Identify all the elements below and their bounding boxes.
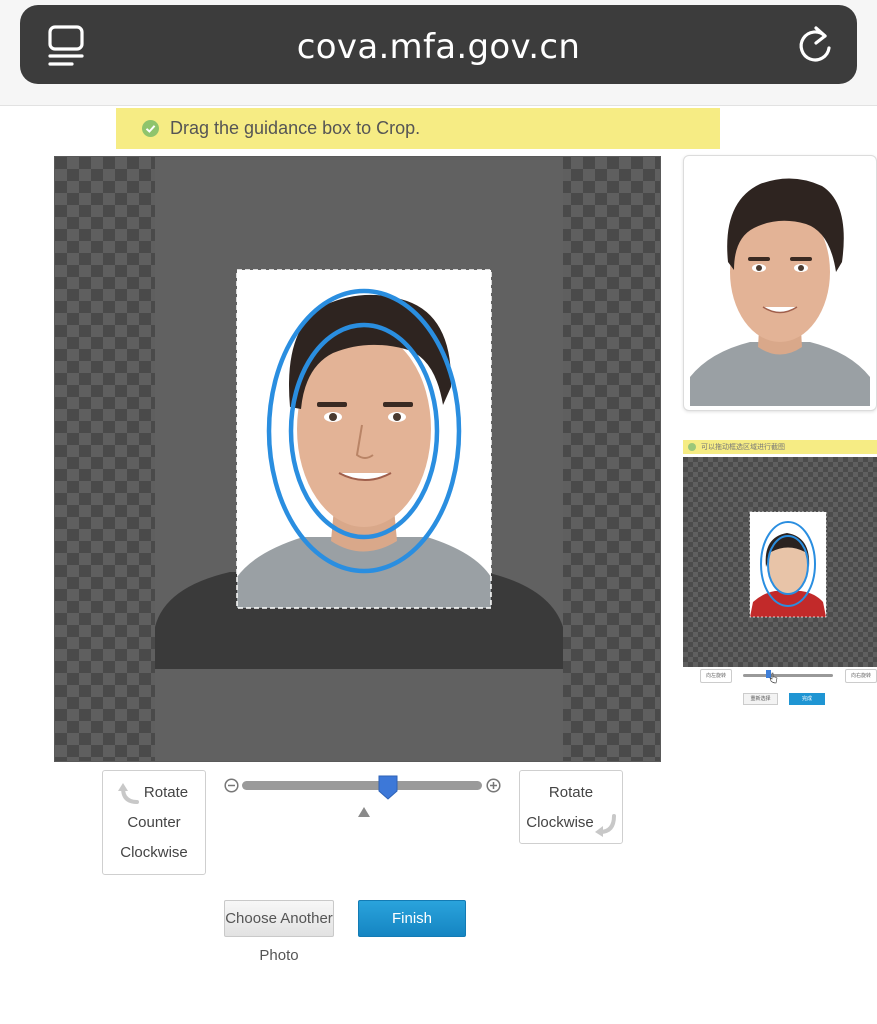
demo-hint-bar: 可以拖动框选区域进行截图 [683,440,877,454]
crop-hint-text: Drag the guidance box to Crop. [170,118,421,138]
face-oval-guide-icon[interactable] [55,157,661,762]
crop-canvas[interactable] [54,156,661,762]
zoom-slider-track[interactable] [242,781,482,790]
choose-another-photo-button[interactable]: Choose Another [224,900,334,937]
demo-choose-button: 重新选择 [743,693,778,705]
crop-preview [683,155,877,411]
preview-photo [690,162,870,406]
crop-hint-bar: Drag the guidance box to Crop. [116,108,720,149]
demo-rotate-right: 向右旋转 [845,669,877,683]
reload-icon[interactable] [795,24,835,66]
rotate-ccw-line3: Clockwise [120,844,188,861]
url-text[interactable]: cova.mfa.gov.cn [20,27,857,67]
rotate-ccw-line2: Counter [127,814,181,831]
zoom-plus-icon[interactable] [486,778,501,793]
choose-another-photo-label[interactable]: Photo [224,947,334,964]
demo-crop-stage [683,457,877,667]
zoom-default-marker-icon [358,807,370,817]
finish-button[interactable]: Finish [358,900,466,937]
rotate-clockwise-button[interactable]: Rotate Clockwise [519,770,623,844]
demo-check-icon [688,443,696,451]
address-bar[interactable]: cova.mfa.gov.cn [20,5,857,84]
demo-finish-button: 完成 [789,693,825,705]
hand-cursor-icon [769,672,778,684]
zoom-minus-icon[interactable] [224,778,239,793]
zoom-slider-handle[interactable] [378,775,398,800]
demo-rotate-left: 向左旋转 [700,669,732,683]
demo-zoom-track [743,674,833,677]
rotate-ccw-line1: Rotate [143,784,189,801]
demo-photo [749,511,827,618]
rotate-cw-line1: Rotate [548,784,594,801]
rotate-cw-arrow-icon [595,814,616,837]
browser-toolbar: cova.mfa.gov.cn [0,0,877,106]
check-circle-icon [142,120,159,137]
demo-tutorial: 可以拖动框选区域进行截图 向左旋转 向右旋转 重新选择 完成 [683,440,877,705]
rotate-counter-clockwise-button[interactable]: Rotate Counter Clockwise [102,770,206,875]
demo-hint-text: 可以拖动框选区域进行截图 [701,444,785,451]
